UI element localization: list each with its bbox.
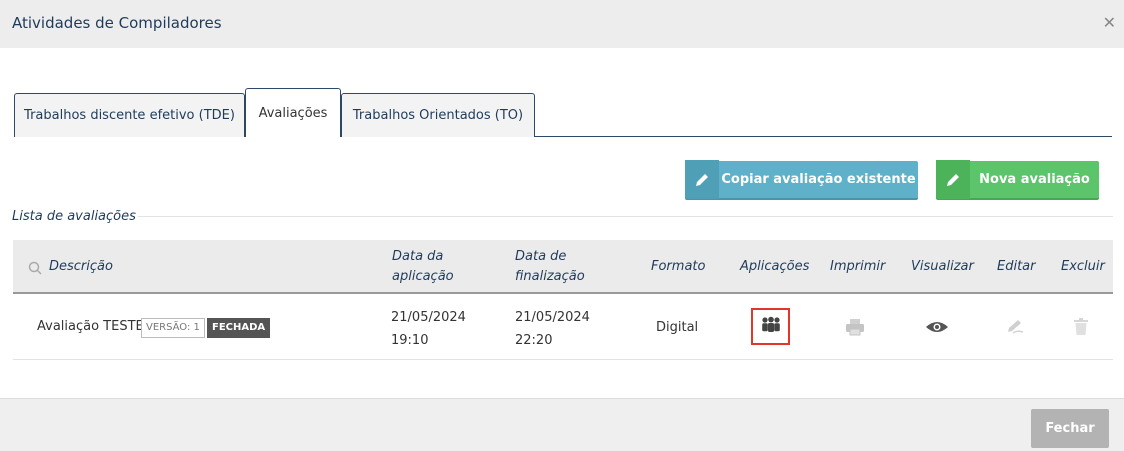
modal-title: Atividades de Compiladores (12, 14, 222, 32)
header-data-aplicacao-line1: Data da (392, 249, 444, 264)
finalization-date-day: 21/05/2024 (515, 310, 590, 325)
search-icon[interactable] (28, 260, 42, 279)
printer-icon[interactable] (843, 316, 867, 338)
header-excluir: Excluir (1061, 259, 1105, 274)
finalization-date-time: 22:20 (515, 333, 553, 348)
application-date-day: 21/05/2024 (391, 310, 466, 325)
list-title: Lista de avaliações (12, 209, 136, 224)
header-visualizar: Visualizar (911, 259, 974, 274)
header-data-aplicacao[interactable]: Data da aplicação (392, 247, 472, 287)
list-divider (138, 216, 1113, 217)
edit-icon[interactable] (1003, 316, 1027, 338)
tab-avaliacoes-label: Avaliações (258, 105, 328, 121)
table-row: Avaliação TESTE VERSÃO: 1 FECHADA 21/05/… (13, 296, 1113, 360)
status-badge: FECHADA (207, 318, 271, 338)
header-data-finalizacao[interactable]: Data de finalização (515, 247, 605, 287)
new-evaluation-button[interactable]: Nova avaliação (936, 160, 1099, 200)
version-badge: VERSÃO: 1 (141, 318, 205, 338)
header-descricao[interactable]: Descrição (49, 257, 113, 277)
header-aplicacoes: Aplicações (740, 259, 810, 274)
modal-header: Atividades de Compiladores ✕ (0, 0, 1124, 48)
pencil-icon (685, 160, 719, 199)
header-data-aplicacao-line2: aplicação (392, 269, 454, 284)
header-formato: Formato (651, 259, 706, 274)
header-imprimir: Imprimir (830, 259, 886, 274)
format-value: Digital (656, 320, 699, 335)
evaluation-description: Avaliação TESTE (37, 319, 144, 334)
tab-to[interactable]: Trabalhos Orientados (TO) (341, 93, 535, 137)
applications-button[interactable] (751, 308, 790, 345)
application-date: 21/05/2024 19:10 (391, 306, 466, 352)
header-data-finalizacao-line2: finalização (515, 269, 585, 284)
pencil-icon (936, 160, 970, 199)
close-button[interactable]: Fechar (1031, 409, 1109, 448)
trash-icon[interactable] (1069, 316, 1093, 338)
finalization-date: 21/05/2024 22:20 (515, 306, 590, 352)
tab-tde-label: Trabalhos discente efetivo (TDE) (24, 108, 235, 123)
new-evaluation-label: Nova avaliação (979, 172, 1090, 187)
tab-tde[interactable]: Trabalhos discente efetivo (TDE) (14, 93, 245, 137)
tab-avaliacoes[interactable]: Avaliações (245, 88, 341, 137)
tab-to-label: Trabalhos Orientados (TO) (352, 108, 524, 123)
modal-footer: Fechar (0, 398, 1124, 451)
close-icon[interactable]: ✕ (1103, 13, 1116, 32)
copy-evaluation-button[interactable]: Copiar avaliação existente (685, 160, 918, 200)
copy-evaluation-label: Copiar avaliação existente (721, 172, 916, 187)
header-data-finalizacao-line1: Data de (515, 249, 567, 264)
header-editar: Editar (997, 259, 1036, 274)
application-date-time: 19:10 (391, 333, 429, 348)
users-group-icon (760, 316, 782, 338)
tab-bar: Trabalhos discente efetivo (TDE) Avaliaç… (14, 88, 1112, 137)
table-header: Descrição Data da aplicação Data de fina… (13, 240, 1113, 294)
eye-icon[interactable] (925, 316, 949, 338)
